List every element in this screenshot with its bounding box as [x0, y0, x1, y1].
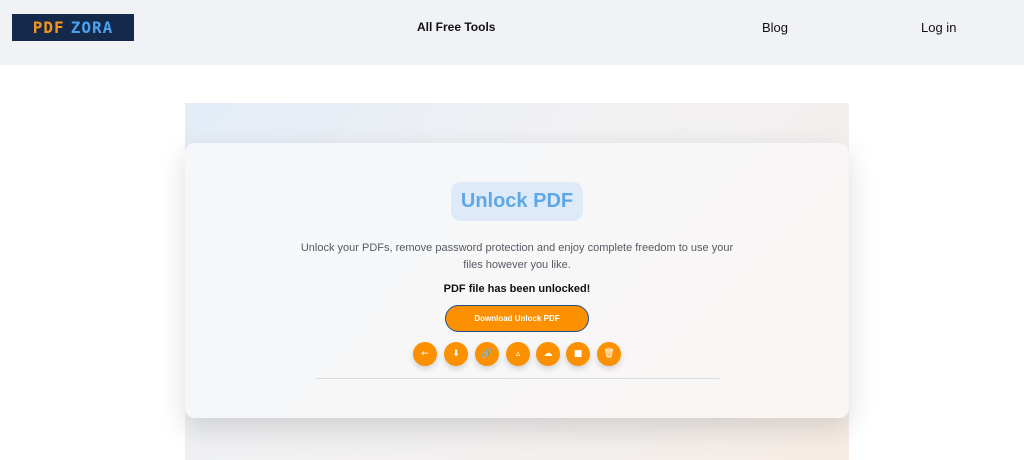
link-icon[interactable]: 🔗: [475, 342, 499, 366]
tool-description: Unlock your PDFs, remove password protec…: [300, 242, 734, 271]
dropbox-icon[interactable]: ■: [566, 342, 590, 366]
site-logo[interactable]: PDF ZORA: [12, 14, 134, 41]
logo-text-zora: ZORA: [70, 18, 114, 37]
google-drive-icon[interactable]: ▵: [506, 342, 530, 366]
download-icon[interactable]: ⬇: [444, 342, 468, 366]
cloud-icon[interactable]: ☁: [536, 342, 560, 366]
trash-icon[interactable]: 🗑: [597, 342, 621, 366]
nav-log-in[interactable]: Log in: [921, 20, 956, 35]
download-button[interactable]: Download Unlock PDF: [445, 305, 589, 332]
tool-title-badge: Unlock PDF: [451, 182, 583, 221]
page-title: Unlock PDF: [460, 190, 574, 212]
nav-all-free-tools[interactable]: All Free Tools: [417, 20, 495, 34]
divider: [316, 378, 719, 379]
back-icon[interactable]: ←: [413, 342, 437, 366]
logo-text-pdf: PDF: [32, 18, 65, 37]
status-message: PDF file has been unlocked!: [443, 283, 591, 295]
top-navbar: PDF ZORA All Free Tools Blog Log in: [0, 0, 1024, 65]
nav-blog[interactable]: Blog: [762, 20, 788, 35]
